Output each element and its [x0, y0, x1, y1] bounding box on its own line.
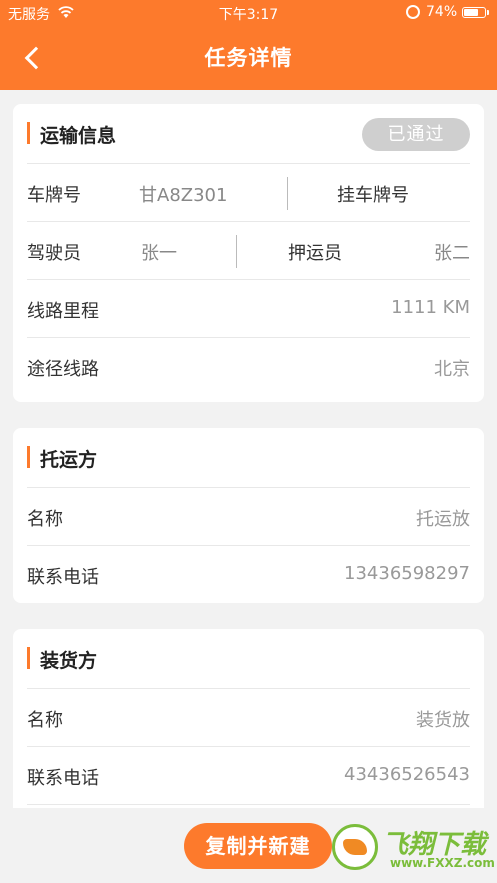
battery-fill [464, 9, 478, 16]
orientation-lock-icon [406, 5, 420, 19]
section-accent-bar [27, 446, 30, 468]
shipper-title: 托运方 [40, 449, 98, 471]
loader-card: 装货方 名称 装货放 联系电话 43436526543 [13, 629, 484, 829]
shipper-name-row: 名称 托运放 [27, 488, 470, 546]
shipper-name-label: 名称 [27, 509, 63, 530]
section-accent-bar [27, 122, 30, 144]
driver-label: 驾驶员 [27, 243, 81, 264]
nav-bar: 任务详情 [0, 26, 497, 90]
plate-label: 车牌号 [27, 185, 81, 206]
escort-label: 押运员 [288, 243, 342, 264]
trailer-label: 挂车牌号 [337, 185, 409, 206]
loader-phone-value: 43436526543 [344, 764, 470, 785]
battery-icon [462, 7, 486, 18]
loader-name-value: 装货放 [416, 710, 470, 731]
escort-value: 张二 [434, 243, 470, 264]
loader-title: 装货方 [40, 650, 98, 672]
loader-header: 装货方 [27, 629, 470, 689]
status-bar: 无服务 下午3:17 74% [0, 0, 497, 26]
shipper-phone-value: 13436598297 [344, 563, 470, 584]
driver-value: 张一 [141, 243, 177, 264]
mileage-value: 1111 KM [391, 297, 470, 318]
watermark-url: www.FXXZ.com [390, 856, 495, 870]
watermark: 飞翔下载 www.FXXZ.com [332, 820, 495, 876]
transport-card: 运输信息 已通过 车牌号 甘A8Z301 挂车牌号 驾驶员 张一 押运员 张二 … [13, 104, 484, 402]
shipper-header: 托运方 [27, 428, 470, 488]
plate-row: 车牌号 甘A8Z301 挂车牌号 [27, 164, 470, 222]
battery-percent: 74% [426, 4, 458, 20]
route-value: 北京 [434, 359, 470, 380]
route-row: 途径线路 北京 [27, 338, 470, 396]
loader-name-row: 名称 装货放 [27, 689, 470, 747]
section-accent-bar [27, 647, 30, 669]
page-title: 任务详情 [204, 46, 293, 70]
route-label: 途径线路 [27, 359, 99, 380]
mileage-row: 线路里程 1111 KM [27, 280, 470, 338]
loader-phone-row: 联系电话 43436526543 [27, 747, 470, 805]
shipper-phone-label: 联系电话 [27, 567, 99, 588]
divider [236, 235, 237, 268]
shipper-card: 托运方 名称 托运放 联系电话 13436598297 [13, 428, 484, 603]
transport-title: 运输信息 [40, 125, 117, 147]
divider [287, 177, 288, 210]
loader-name-label: 名称 [27, 710, 63, 731]
shipper-name-value: 托运放 [416, 509, 470, 530]
mileage-label: 线路里程 [27, 301, 99, 322]
shipper-phone-row: 联系电话 13436598297 [27, 546, 470, 604]
loader-phone-label: 联系电话 [27, 768, 99, 789]
crew-row: 驾驶员 张一 押运员 张二 [27, 222, 470, 280]
watermark-logo-icon [332, 824, 378, 870]
battery-nub [487, 10, 489, 15]
status-badge: 已通过 [362, 118, 470, 151]
clock: 下午3:17 [218, 7, 279, 23]
transport-header: 运输信息 已通过 [27, 104, 470, 164]
copy-and-create-button[interactable]: 复制并新建 [184, 823, 332, 869]
plate-value: 甘A8Z301 [139, 185, 228, 206]
